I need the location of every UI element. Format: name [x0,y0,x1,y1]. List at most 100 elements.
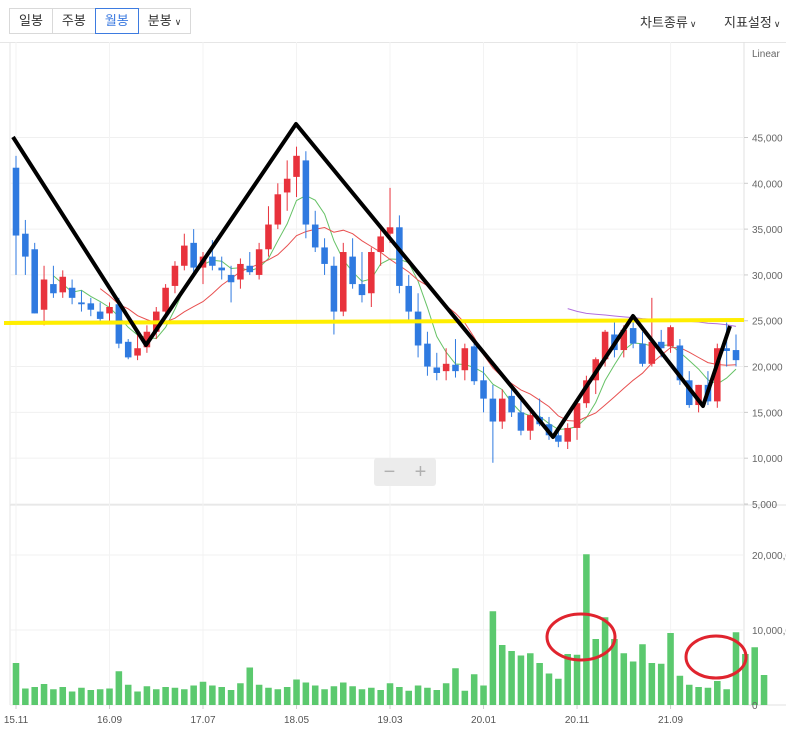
candle-body [181,245,188,266]
volume-bar [667,633,674,705]
volume-bar [573,654,581,705]
volume-bar [442,683,450,705]
tab-monthly[interactable]: 월봉 [94,8,139,34]
candle-body [106,307,113,314]
x-tick-label: 16.09 [97,715,122,726]
candle-body [22,233,29,257]
candle-body [218,267,225,271]
volume-bar [564,654,571,705]
candle-body [87,303,95,310]
price-tick-label: 30,000 [752,271,783,282]
price-tick-label: 5,000 [752,500,777,511]
volume-bar [293,679,300,705]
tab-minute-label: 분봉 [147,13,172,28]
candle-body [209,256,216,266]
candle-body [564,427,571,442]
indicator-settings-menu[interactable]: 지표설정 ∨ [724,12,780,31]
candle-body [470,346,478,382]
candle-body [555,435,562,442]
minus-icon[interactable]: − [374,458,405,486]
price-tick-label: 10,000 [752,454,783,465]
volume-bar [162,687,169,705]
volume-bar [12,663,20,705]
volume-bar [265,687,272,705]
candle-body [274,194,282,225]
volume-bar [368,687,375,705]
candle-body [461,348,469,371]
chevron-down-icon: ∨ [689,19,697,29]
volume-bar [386,683,394,705]
volume-bar [311,685,319,705]
volume-bar [470,674,478,705]
candle-body [508,395,515,413]
candle-body [293,155,300,177]
candle-body [517,412,525,431]
price-volume-chart[interactable]: Linear 45,000 40,000 35,000 30,000 25,000 20,0… [0,42,786,732]
volume-bar [751,647,758,705]
volume-bar [405,690,412,705]
volume-bar [143,686,151,705]
chart-axes: Linear 45,000 40,000 35,000 30,000 25,000 20,0… [4,49,786,726]
chart-type-menu[interactable]: 차트종류 ∨ [640,12,696,31]
candle-body [330,265,338,312]
candle-body [311,224,319,248]
volume-bar [115,671,123,705]
chart-grid [9,42,786,706]
tab-minute[interactable]: 분봉 ∨ [137,8,192,34]
tab-daily[interactable]: 일봉 [9,8,53,34]
candle-body [424,343,431,367]
tab-weekly[interactable]: 주봉 [51,8,96,34]
price-tick-label: 40,000 [752,179,783,190]
volume-bar [246,667,254,705]
volume-tick-label: 10,000,0 [752,626,786,637]
x-tick-label: 20.01 [471,715,496,726]
candle-body [452,364,459,372]
volume-bar [227,690,235,705]
candle-body [489,398,497,422]
candle-body [40,279,48,310]
volume-bar [330,686,338,705]
candle-body [283,178,291,193]
price-tick-label: 20,000 [752,363,783,374]
volume-bar [648,663,656,705]
plus-icon[interactable]: + [405,458,436,486]
candle-body [50,284,57,294]
candle-body [405,285,412,312]
volume-bar [134,691,141,705]
x-tick-label: 19.03 [378,715,403,726]
volume-bar [283,687,291,705]
price-tick-label: 15,000 [752,408,783,419]
candle-body [134,348,141,356]
volume-bar [377,690,384,705]
volume-bar [199,681,207,705]
candle-body [377,236,384,253]
volume-bar [555,678,562,705]
candle-body [639,343,646,364]
volume-bar [592,639,600,705]
volume-bar [190,685,197,705]
x-tick-label: 20.11 [565,715,590,726]
candle-body [321,247,328,264]
volume-bar [237,683,244,705]
volume-bar [171,687,179,705]
candle-body [414,311,422,346]
volume-bar [723,689,730,705]
volume-bar [124,684,132,705]
candle-body [78,302,85,305]
candle-body [59,276,67,293]
volume-bar [676,675,684,705]
volume-bar [50,689,57,705]
chart-toolbar: 일봉 주봉 월봉 분봉 ∨ 차트종류 ∨ 지표설정 ∨ [0,0,786,43]
candle-body [12,167,20,236]
candle-body [732,350,740,361]
candle-body [433,367,441,373]
x-tick-label: 15.11 [4,715,29,726]
volume-bar [480,685,487,705]
candle-body [349,256,356,285]
volume-bar [78,687,85,705]
volume-bar [704,687,712,705]
volume-bar [545,673,553,705]
volume-bar [349,686,356,705]
volume-bar [433,690,441,705]
x-tick-label: 17.07 [190,715,215,726]
